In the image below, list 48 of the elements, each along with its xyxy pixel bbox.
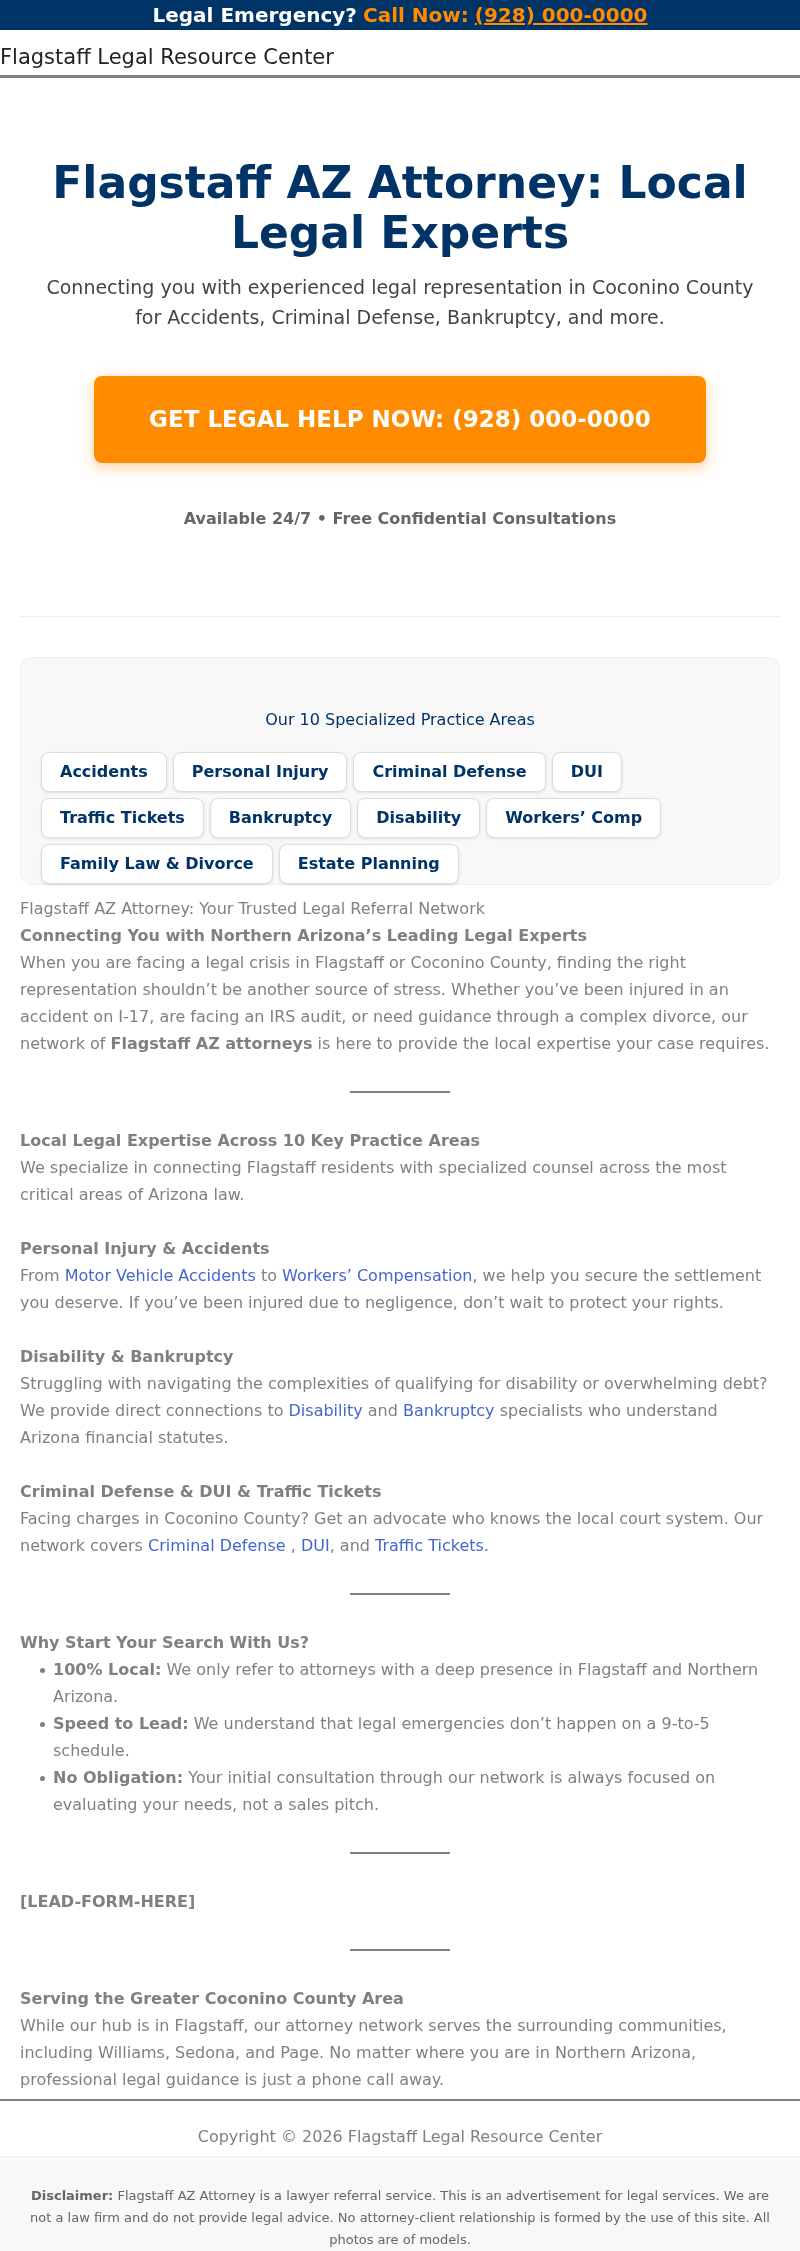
text-link[interactable]: Traffic Tickets.	[375, 1535, 489, 1555]
text-link[interactable]: Disability	[288, 1400, 363, 1420]
hero-subtitle: Connecting you with experienced legal representation in Coconino County for Accidents, Criminal Defense, Bankruptcy, and more.	[45, 274, 755, 330]
section-heading: Criminal Defense & DUI & Traffic Tickets	[20, 1480, 383, 1503]
paragraph: While our hub is in Flagstaff, our attorney network serves the surrounding communities, including Williams, Sedona, and Page. No matter where you are in Northern Arizona, professional legal guidance is just a phone call away.	[20, 2014, 728, 2091]
section-heading: Why Start Your Search With Us?	[20, 1631, 311, 1654]
section-heading: Personal Injury & Accidents	[20, 1237, 271, 1260]
practice-area-button[interactable]: Bankruptcy	[209, 797, 352, 838]
call-label: Call Now:	[362, 2, 469, 29]
text-link[interactable]: Motor Vehicle Accidents	[64, 1265, 256, 1285]
paragraph: From Motor Vehicle Accidents to Workers’ Compensation, we help you secure the settlement you deserve. If you’ve been injured due to negligence, don’t wait to protect your rights.	[20, 1264, 763, 1314]
section-heading: Local Legal Expertise Across 10 Key Practice Areas	[20, 1129, 481, 1152]
hero-title: Flagstaff AZ Attorney: Local Legal Experts	[51, 157, 749, 258]
disclaimer: Disclaimer: Flagstaff AZ Attorney is a lawyer referral service. This is an advertisement for legal services. We are not a law firm and do not provide legal advice. No attorney-client relationship is formed by the use of this site. All photos are of models.	[29, 2187, 771, 2249]
copyright: Copyright © 2026 Flagstaff Legal Resource Center	[196, 2125, 604, 2148]
section-heading: [LEAD-FORM-HERE]	[20, 1890, 197, 1913]
bullet-icon	[40, 1667, 45, 1673]
practice-area-button[interactable]: Disability	[357, 797, 481, 838]
section-heading: Disability & Bankruptcy	[20, 1345, 235, 1368]
intro-line: Flagstaff AZ Attorney: Your Trusted Legal Referral Network	[20, 897, 486, 920]
list-item: No Obligation: Your initial consultation through our network is always focused on evaluating your needs, not a sales pitch.	[53, 1766, 717, 1816]
bullet-icon	[40, 1775, 45, 1781]
practice-area-button[interactable]: Personal Injury	[172, 751, 348, 792]
text-link[interactable]: Bankruptcy	[402, 1400, 495, 1420]
section-heading: Connecting You with Northern Arizona’s Leading Legal Experts	[20, 924, 588, 947]
text-link[interactable]: Workers’ Compensation	[282, 1265, 473, 1285]
text-link[interactable]: DUI	[300, 1535, 330, 1555]
practice-area-button[interactable]: DUI	[551, 751, 622, 792]
practice-area-button[interactable]: Estate Planning	[278, 843, 459, 884]
practice-area-button[interactable]: Accidents	[41, 751, 167, 792]
practice-areas-title: Our 10 Specialized Practice Areas	[264, 708, 536, 731]
section-heading: Serving the Greater Coconino County Area	[20, 1987, 405, 2010]
list-item: 100% Local: We only refer to attorneys with a deep presence in Flagstaff and Northern Arizona.	[53, 1658, 760, 1708]
paragraph: When you are facing a legal crisis in Flagstaff or Coconino County, finding the right representation shouldn’t be another source of stress. Whether you’ve been injured in an accident on I-17, are facing an IRS audit, or need guidance through a complex divorce, our network of Flagstaff AZ attorneys is here to provide the local expertise your case requires.	[20, 951, 771, 1055]
text-link[interactable]: Criminal Defense	[147, 1535, 286, 1555]
emergency-question: Legal Emergency?	[152, 2, 357, 29]
bullet-icon	[40, 1721, 45, 1727]
paragraph: Facing charges in Coconino County? Get an advocate who knows the local court system. Our network covers Criminal Defense , DUI, and Traffic Tickets.	[20, 1507, 765, 1557]
practice-area-button[interactable]: Family Law & Divorce	[41, 843, 273, 884]
practice-area-button[interactable]: Criminal Defense	[353, 751, 546, 792]
practice-area-button[interactable]: Workers’ Comp	[486, 797, 662, 838]
paragraph: Struggling with navigating the complexities of qualifying for disability or overwhelming debt? We provide direct connections to Disability and Bankruptcy specialists who understand Arizona financial statutes.	[20, 1372, 769, 1449]
list-item: Speed to Lead: We understand that legal emergencies don’t happen on a 9-to-5 schedule.	[53, 1712, 711, 1762]
paragraph: We specialize in connecting Flagstaff residents with specialized counsel across the most critical areas of Arizona law.	[20, 1156, 728, 1206]
practice-area-button[interactable]: Traffic Tickets	[41, 797, 204, 838]
availability-note: Available 24/7 • Free Confidential Consultations	[183, 507, 617, 530]
phone-link[interactable]: (928) 000-0000	[474, 0, 648, 30]
site-name: Flagstaff Legal Resource Center	[0, 44, 335, 71]
